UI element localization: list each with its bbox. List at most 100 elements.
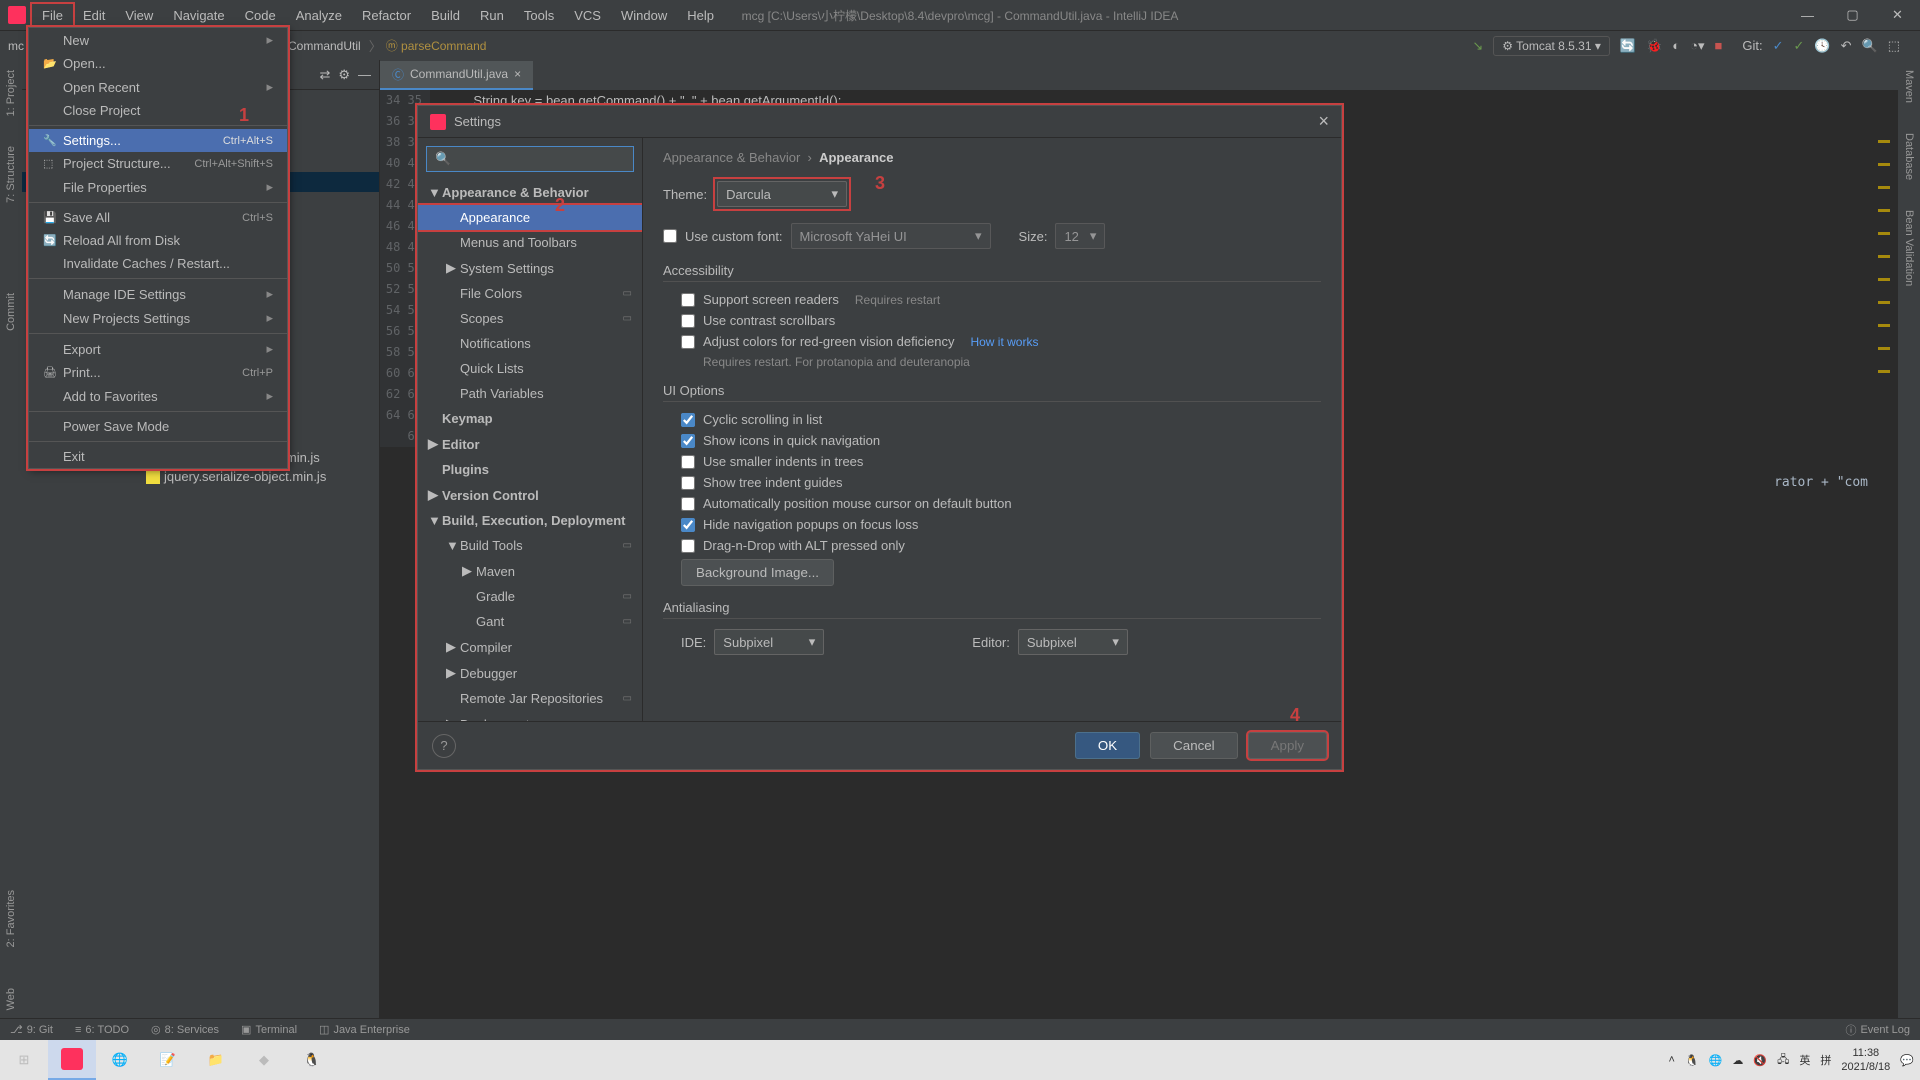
menu-run[interactable]: Run <box>470 4 514 27</box>
menu-view[interactable]: View <box>115 4 163 27</box>
taskbar-intellij[interactable] <box>48 1040 96 1080</box>
menu-navigate[interactable]: Navigate <box>163 4 234 27</box>
vcs-revert-icon[interactable]: ↶ <box>1841 38 1852 54</box>
build-icon[interactable]: ↘ <box>1472 38 1483 54</box>
vcs-update-icon[interactable]: ✓ <box>1773 38 1784 54</box>
search-icon[interactable]: 🔍 <box>1862 38 1878 54</box>
file-menu-item[interactable]: 🔄Reload All from Disk <box>29 229 287 252</box>
adjust-colors-checkbox[interactable] <box>681 335 695 349</box>
todo-tool-button[interactable]: ≡ 6: TODO <box>75 1024 129 1036</box>
option-checkbox[interactable] <box>681 476 695 490</box>
project-tool-button[interactable]: 1: Project <box>5 70 17 116</box>
settings-tree-item[interactable]: File Colors▭ <box>418 281 642 306</box>
tray-chevron-icon[interactable]: ˄ <box>1669 1054 1675 1066</box>
how-it-works-link[interactable]: How it works <box>970 335 1038 349</box>
option-checkbox[interactable] <box>681 539 695 553</box>
taskbar-app1[interactable]: ◆ <box>240 1040 288 1080</box>
taskbar-explorer[interactable]: 📁 <box>192 1040 240 1080</box>
menu-build[interactable]: Build <box>421 4 470 27</box>
ime-lang[interactable]: 英 <box>1799 1052 1810 1068</box>
ok-button[interactable]: OK <box>1075 732 1140 759</box>
menu-edit[interactable]: Edit <box>73 4 115 27</box>
file-menu-item[interactable]: Power Save Mode <box>29 415 287 438</box>
settings-tree-item[interactable]: ▶Debugger <box>418 660 642 686</box>
git-tool-button[interactable]: ⎇ 9: Git <box>10 1023 53 1036</box>
database-tool-button[interactable]: Database <box>1903 133 1915 180</box>
option-checkbox[interactable] <box>681 455 695 469</box>
close-icon[interactable]: ✕ <box>1875 0 1920 30</box>
settings-tree-item[interactable]: Menus and Toolbars <box>418 230 642 255</box>
minimize-icon[interactable]: — <box>1785 0 1830 30</box>
close-tab-icon[interactable]: × <box>514 67 521 81</box>
minimap[interactable] <box>1878 140 1890 1010</box>
terminal-tool-button[interactable]: ▣ Terminal <box>241 1023 297 1036</box>
settings-tree-item[interactable]: Keymap <box>418 406 642 431</box>
clock[interactable]: 11:382021/8/18 <box>1841 1046 1890 1074</box>
event-log-button[interactable]: ⓘ Event Log <box>1845 1022 1910 1038</box>
menu-tools[interactable]: Tools <box>514 4 564 27</box>
select-opened-icon[interactable]: ⇄ <box>319 67 330 83</box>
file-menu-item[interactable]: 🖨Print...Ctrl+P <box>29 361 287 384</box>
run-config-select[interactable]: ⚙ Tomcat 8.5.31 ▾ <box>1493 36 1610 56</box>
file-menu-item[interactable]: Open Recent▸ <box>29 75 287 99</box>
help-button[interactable]: ? <box>432 734 456 758</box>
vcs-commit-icon[interactable]: ✓ <box>1794 38 1805 54</box>
panel-gear-icon[interactable]: ⚙ <box>338 67 350 83</box>
breadcrumb-class[interactable]: CommandUtil <box>288 39 361 53</box>
custom-font-checkbox[interactable] <box>663 229 677 243</box>
maximize-icon[interactable]: ▢ <box>1830 0 1875 30</box>
cancel-button[interactable]: Cancel <box>1150 732 1238 759</box>
ime-mode[interactable]: 拼 <box>1820 1052 1831 1068</box>
tree-node[interactable]: jquery.serialize-object.min.js <box>22 467 379 486</box>
settings-tree-item[interactable]: Plugins <box>418 457 642 482</box>
settings-tree-item[interactable]: ▼Appearance & Behavior <box>418 180 642 205</box>
web-tool-button[interactable]: Web <box>5 988 17 1010</box>
commit-tool-button[interactable]: Commit <box>5 293 17 331</box>
file-menu-item[interactable]: Exit <box>29 445 287 468</box>
start-button[interactable]: ⊞ <box>0 1040 48 1080</box>
custom-font-select[interactable]: Microsoft YaHei UI▾ <box>791 223 991 249</box>
action-center-icon[interactable]: 💬 <box>1900 1054 1914 1067</box>
settings-tree-item[interactable]: ▶Compiler <box>418 634 642 660</box>
breadcrumb-root[interactable]: mc <box>8 39 24 53</box>
screen-readers-checkbox[interactable] <box>681 293 695 307</box>
ide-settings-icon[interactable]: ⬚ <box>1888 38 1900 54</box>
stop-icon[interactable]: ■ <box>1715 38 1723 53</box>
taskbar-notepad[interactable]: 📝 <box>144 1040 192 1080</box>
tray-network-icon[interactable]: 🖧 <box>1777 1051 1789 1070</box>
file-menu-item[interactable]: File Properties▸ <box>29 175 287 199</box>
settings-tree-item[interactable]: ▶System Settings <box>418 255 642 281</box>
contrast-checkbox[interactable] <box>681 314 695 328</box>
settings-tree-item[interactable]: Gradle▭ <box>418 584 642 609</box>
run-icon[interactable]: 🔄 <box>1620 38 1636 54</box>
settings-tree-item[interactable]: Quick Lists <box>418 356 642 381</box>
file-menu-item[interactable]: 📂Open... <box>29 52 287 75</box>
structure-tool-button[interactable]: 7: Structure <box>5 146 17 203</box>
file-menu-item[interactable]: 🔧Settings...Ctrl+Alt+S <box>29 129 287 152</box>
font-size-select[interactable]: 12▾ <box>1055 223 1105 249</box>
option-checkbox[interactable] <box>681 434 695 448</box>
settings-search[interactable]: 🔍 <box>426 146 634 172</box>
java-ee-tool-button[interactable]: ◫ Java Enterprise <box>319 1023 410 1036</box>
menu-vcs[interactable]: VCS <box>564 4 611 27</box>
file-menu-item[interactable]: Manage IDE Settings▸ <box>29 282 287 306</box>
apply-button[interactable]: Apply <box>1248 732 1327 759</box>
tray-globe-icon[interactable]: 🌐 <box>1709 1054 1723 1067</box>
vcs-history-icon[interactable]: 🕓 <box>1814 38 1830 54</box>
dialog-close-icon[interactable]: × <box>1318 111 1329 132</box>
file-menu-item[interactable]: Invalidate Caches / Restart... <box>29 252 287 275</box>
menu-analyze[interactable]: Analyze <box>286 4 352 27</box>
coverage-icon[interactable]: ◐ <box>1672 38 1680 53</box>
background-image-button[interactable]: Background Image... <box>681 559 834 586</box>
settings-tree-item[interactable]: ▼Build Tools▭ <box>418 533 642 558</box>
editor-tab[interactable]: ⒸCommandUtil.java× <box>380 61 533 90</box>
collapse-icon[interactable]: — <box>358 67 371 83</box>
menu-file[interactable]: File <box>32 4 73 27</box>
settings-tree-item[interactable]: Remote Jar Repositories▭ <box>418 686 642 711</box>
tray-penguin-icon[interactable]: 🐧 <box>1685 1054 1699 1067</box>
settings-tree-item[interactable]: ▶Deployment <box>418 711 642 721</box>
file-menu-item[interactable]: 💾Save AllCtrl+S <box>29 206 287 229</box>
settings-tree-item[interactable]: ▶Editor <box>418 431 642 457</box>
debug-icon[interactable]: 🐞 <box>1646 38 1662 54</box>
menu-window[interactable]: Window <box>611 4 677 27</box>
